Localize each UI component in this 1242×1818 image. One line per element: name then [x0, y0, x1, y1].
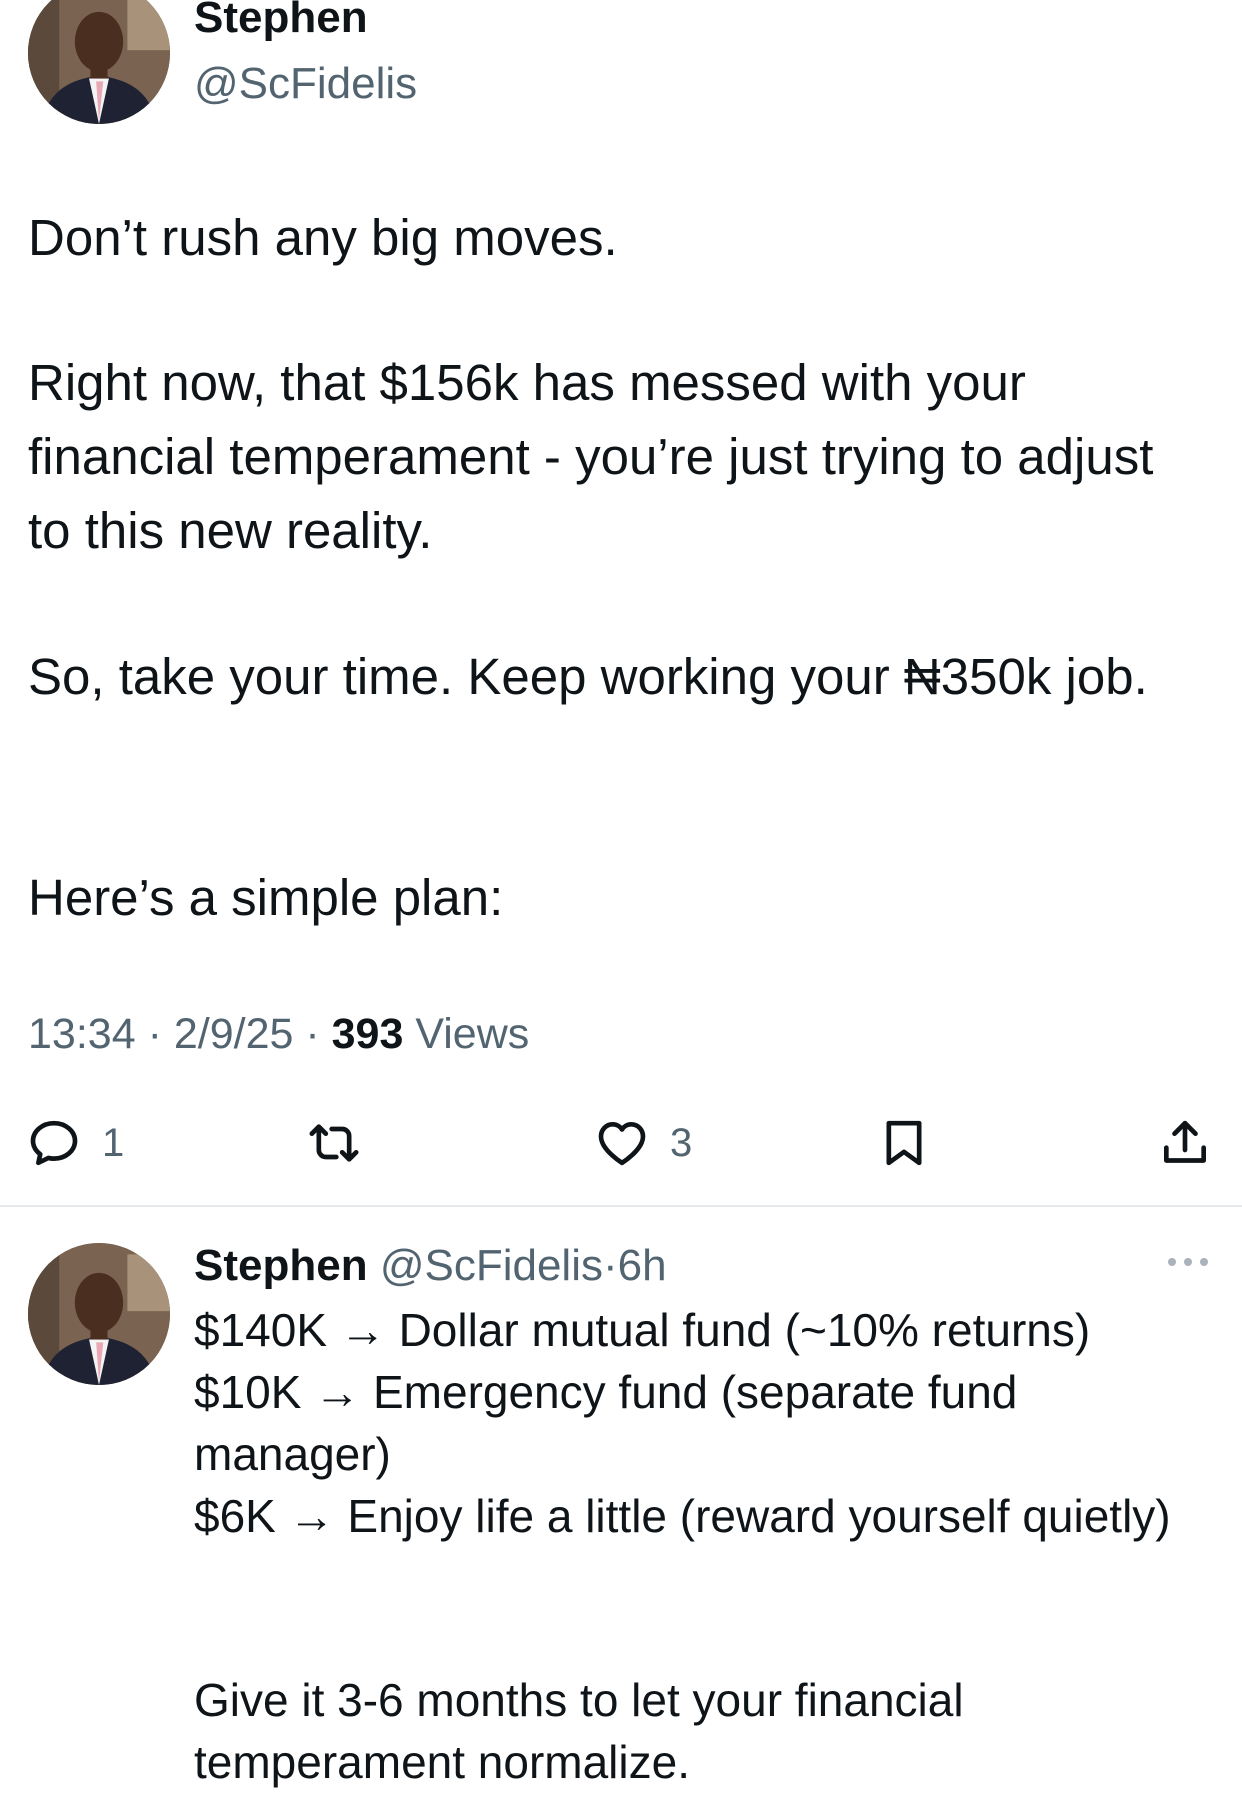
reply-line: $140K → Dollar mutual fund (~10% returns… [194, 1304, 1091, 1356]
author-name[interactable]: Stephen [194, 0, 368, 42]
views-label: Views [415, 1010, 530, 1058]
divider [0, 1205, 1242, 1207]
share-icon [1164, 1120, 1206, 1163]
bookmark-icon [886, 1120, 922, 1166]
reply-count: 1 [102, 1120, 125, 1165]
reply-line: $10K → Emergency fund (separate fund man… [194, 1366, 1031, 1480]
tweet-time[interactable]: 13:34 [28, 1010, 136, 1058]
tweet-paragraph: Right now, that $156k has messed with yo… [28, 354, 1168, 559]
reply-author-avatar[interactable] [28, 1243, 170, 1385]
meta-separator: · [305, 1010, 320, 1058]
more-dots-icon[interactable] [1166, 1252, 1210, 1272]
reply-timestamp[interactable]: 6h [618, 1241, 667, 1290]
bookmark-button[interactable] [876, 1115, 932, 1171]
author-handle[interactable]: @ScFidelis [194, 59, 417, 108]
author-avatar[interactable] [28, 0, 170, 124]
avatar-image [28, 1243, 170, 1385]
like-button[interactable]: 3 [594, 1115, 692, 1171]
avatar-image [28, 0, 170, 124]
tweet-date[interactable]: 2/9/25 [174, 1010, 294, 1058]
reply-header: Stephen @ScFidelis·6h [194, 1240, 667, 1293]
heart-icon [598, 1122, 646, 1166]
meta-separator: · [602, 1241, 618, 1290]
reply-line: Give it 3-6 months to let your financial… [194, 1674, 977, 1788]
retweet-icon [309, 1124, 359, 1162]
reply-button[interactable]: 1 [26, 1115, 124, 1171]
meta-separator: · [147, 1010, 162, 1058]
share-button[interactable] [1157, 1115, 1213, 1171]
reply-author-name[interactable]: Stephen [194, 1241, 368, 1290]
reply-line: $6K → Enjoy life a little (reward yourse… [194, 1490, 1171, 1542]
tweet-paragraph: Here’s a simple plan: [28, 869, 504, 926]
tweet-paragraph: Don’t rush any big moves. [28, 209, 618, 266]
tweet-paragraph: So, take your time. Keep working your ₦3… [28, 648, 1148, 705]
views-count: 393 [331, 1010, 404, 1058]
reply-author-handle[interactable]: @ScFidelis [380, 1241, 603, 1290]
tweet-metadata: 13:34 · 2/9/25 · 393 Views [28, 1010, 529, 1059]
comment-bubble-icon [30, 1120, 78, 1166]
like-count: 3 [670, 1120, 693, 1165]
retweet-button[interactable] [306, 1115, 382, 1171]
